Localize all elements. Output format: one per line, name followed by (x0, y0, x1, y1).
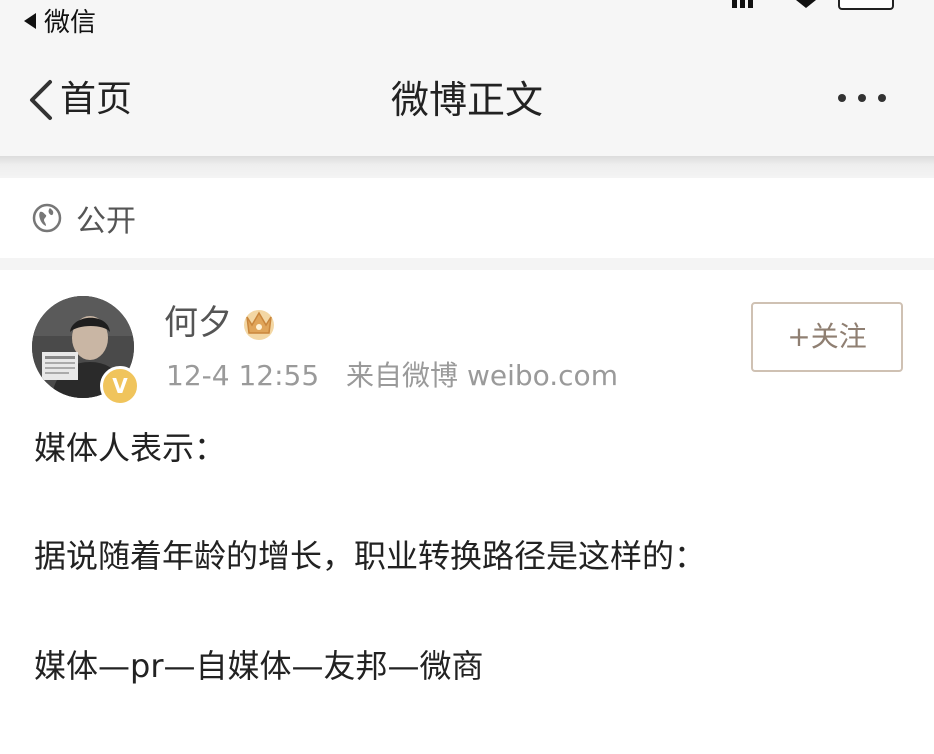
post-meta: 12-4 12:55 来自微博 weibo.com (166, 354, 618, 394)
back-to-app-label: 微信 (44, 8, 97, 38)
post-source: 来自微博 weibo.com (346, 359, 618, 392)
navigation-bar: 首页 微博正文 (0, 44, 934, 156)
globe-icon (32, 203, 62, 233)
verified-badge-icon: V (100, 366, 140, 406)
page-title: 微博正文 (390, 78, 543, 122)
visibility-row: 公开 (0, 178, 934, 258)
wifi-icon (796, 0, 816, 8)
post-card: V 何夕 12-4 12:55 来自微博 weibo.com +关注 媒体人表示… (0, 270, 934, 754)
follow-button[interactable]: +关注 (751, 302, 903, 372)
post-timestamp: 12-4 12:55 (166, 359, 320, 392)
weibo-post-page: 微信 首页 微博正文 公开 V 何夕 12-4 12:55 来自微博 weibo… (0, 0, 934, 754)
signal-icon (732, 0, 753, 8)
battery-icon (838, 0, 894, 10)
post-text-line: 据说随着年龄的增长，职业转换路径是这样的： (34, 537, 707, 575)
post-text-line: 媒体人表示： (34, 429, 227, 467)
back-to-app-button[interactable]: 微信 (24, 2, 96, 39)
section-divider (0, 258, 934, 270)
more-dots-icon[interactable] (838, 94, 886, 102)
nav-shadow (0, 156, 934, 178)
post-text-line: 媒体—pr—自媒体—友邦—微商 (34, 647, 484, 685)
author-row: 何夕 (164, 298, 278, 348)
status-bar: 微信 (0, 0, 934, 44)
crown-icon (244, 310, 274, 340)
triangle-left-icon (24, 12, 36, 29)
visibility-label: 公开 (76, 204, 136, 239)
author-name[interactable]: 何夕 (164, 298, 232, 348)
